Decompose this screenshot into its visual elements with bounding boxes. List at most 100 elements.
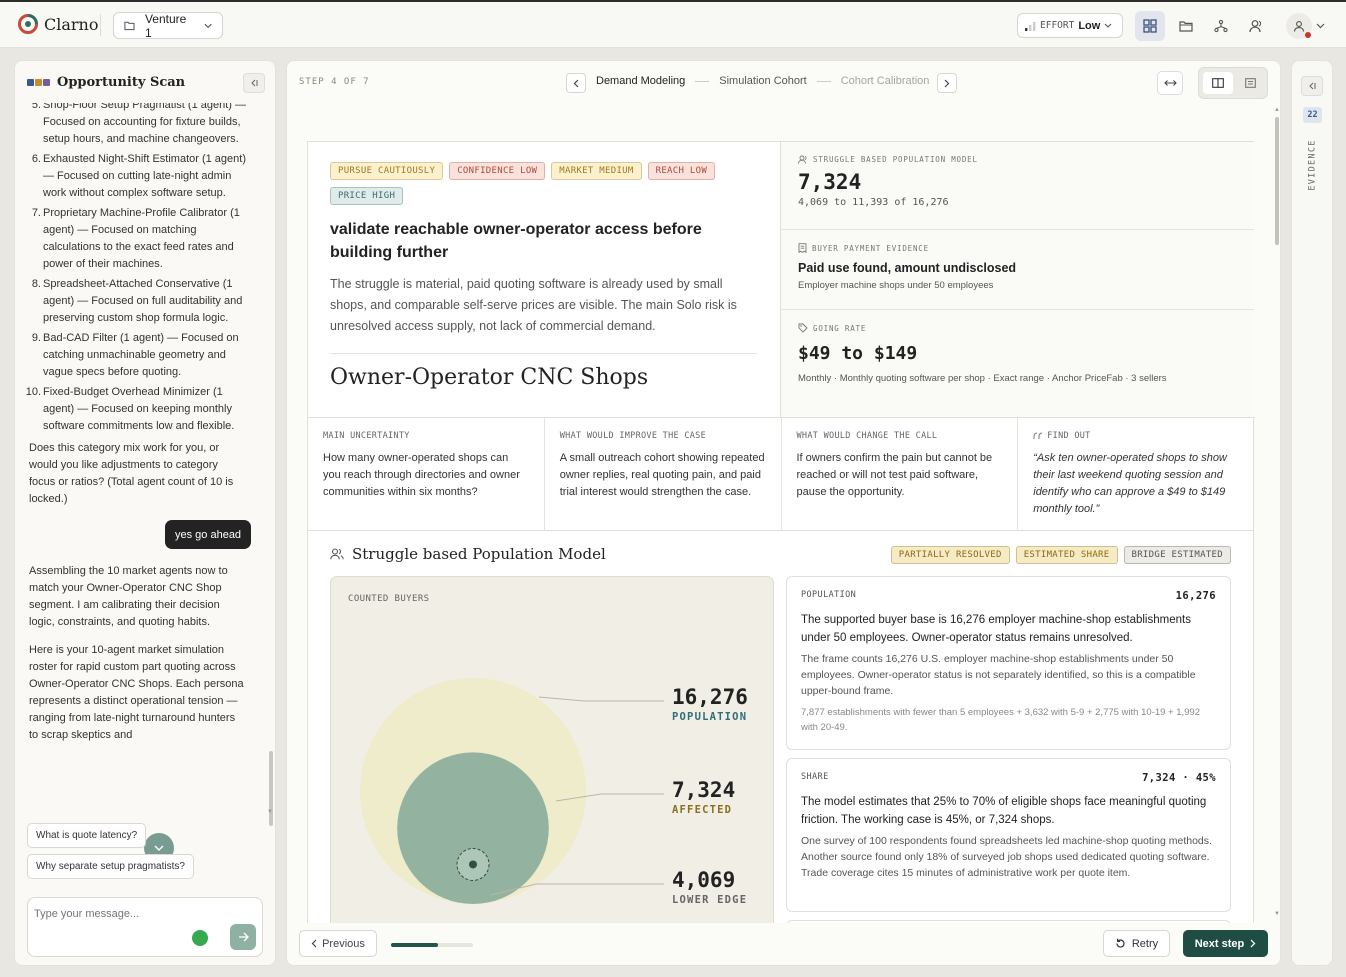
expand-evidence-button[interactable] [1301,76,1323,96]
evidence-tab[interactable]: EVIDENCE [1298,135,1328,195]
main-panel: STEP 4 OF 7 Demand Modeling Simulation C… [286,60,1281,966]
list-text: Exhausted Night-Shift Estimator (1 agent… [43,153,246,199]
assistant-bot-icon[interactable] [192,930,208,946]
scroll-up-arrow-icon[interactable]: ▲ [1274,107,1280,113]
bubble-label: 7,324 AFFECTED [672,778,735,816]
account-menu[interactable] [1282,11,1328,41]
card-value: 16,276 [1175,590,1216,602]
users-button[interactable] [1241,11,1271,41]
card-value: 7,324 · 45% [1142,772,1216,784]
tab-demand-modeling[interactable]: Demand Modeling [596,75,685,87]
previous-button[interactable]: Previous [299,930,377,957]
split-view-button[interactable] [1203,72,1233,94]
step-footer: Previous Retry Next step [287,923,1280,965]
bubble-value: 7,324 [672,778,736,802]
list-text: Fixed-Budget Overhead Minimizer (1 agent… [43,386,235,432]
tab-simulation-cohort[interactable]: Simulation Cohort [719,75,806,87]
scroll-down-arrow-icon[interactable]: ▼ [267,809,273,815]
dashboard-grid-button[interactable] [1135,11,1165,41]
insight-text: “Ask ten owner-operated shops to show th… [1033,452,1227,515]
chat-thread[interactable]: 5. Shop-Floor Setup Pragmatist (1 agent) … [15,103,275,817]
venture-selector[interactable]: Venture 1 [113,12,223,40]
chevron-left-icon [311,939,317,948]
users-icon [798,155,807,164]
folder-icon [124,21,135,31]
columns-icon [1212,78,1224,88]
next-label: Next step [1194,937,1245,950]
effort-selector[interactable]: EFFORT Low [1017,13,1123,38]
suggestion-chip[interactable]: What is quote latency? [27,823,147,848]
document-view-button[interactable] [1235,72,1265,94]
assistant-question: Does this category mix work for you, or … [29,442,234,505]
list-number: 10. [25,386,41,398]
insight-label: WHAT WOULD CHANGE THE CALL [796,431,938,441]
avatar-icon [1293,21,1304,32]
bubble-series-name: AFFECTED [672,804,733,816]
insights-row: MAIN UNCERTAINTY How many owner-operated… [308,417,1255,532]
population-model-title: Struggle based Population Model [352,545,606,563]
open-folder-button[interactable] [1171,11,1201,41]
population-metric-value: 7,324 [798,170,862,194]
chevron-down-icon [1104,23,1112,28]
status-badge: PURSUE CAUTIOUSLY [330,162,444,180]
card-detail: The frame counts 16,276 U.S. employer ma… [801,653,1196,697]
going-rate-metric: GOING RATE $49 to $149 Monthly · Monthly… [781,310,1254,417]
suggestion-chip[interactable]: Why separate setup pragmatists? [27,854,194,879]
evidence-count-badge: 22 [1303,107,1322,123]
card-summary: The supported buyer base is 16,276 emplo… [801,614,1191,644]
population-tags: PARTIALLY RESOLVED ESTIMATED SHARE BRIDGE … [890,546,1231,564]
document-icon [1244,78,1256,88]
tab-cohort-calibration[interactable]: Cohort Calibration [841,75,930,87]
persona-list-item: 5. Shop-Floor Setup Pragmatist (1 agent) … [15,103,265,148]
segment-title: Owner-Operator CNC Shops [330,365,649,390]
collapse-panel-button[interactable] [243,73,265,93]
expand-width-button[interactable] [1157,71,1183,95]
status-badge: PRICE HIGH [330,187,404,205]
receipt-icon [798,243,807,253]
divider [330,353,757,354]
payment-metric-sub: Employer machine shops under 50 employee… [798,280,994,291]
step-tabs: Demand Modeling Simulation Cohort Cohort… [596,75,929,87]
status-badge: MARKET MEDIUM [551,162,642,180]
panel-title: Opportunity Scan [57,74,186,90]
previous-label: Previous [322,937,365,950]
step-progress-bar [391,943,473,947]
bubble-series-name: POPULATION [672,711,748,723]
next-step-button[interactable]: Next step [1183,930,1268,957]
card-breakdown: 7,877 establishments with fewer than 5 e… [801,707,1200,733]
retry-button[interactable]: Retry [1103,930,1170,957]
retry-label: Retry [1131,937,1159,950]
bubble-series-name: LOWER EDGE [672,894,748,906]
branch-icon [1214,19,1228,33]
section-heading: Struggle based Population Model [330,545,606,563]
scroll-down-arrow-icon[interactable]: ▼ [1274,911,1280,917]
payment-metric-label: BUYER PAYMENT EVIDENCE [812,243,929,253]
next-step-nav-button[interactable] [937,73,957,93]
progress-fill [391,943,438,947]
share-card: SHARE 7,324 · 45% The model estimates tha… [786,758,1231,912]
status-badge: CONFIDENCE LOW [449,162,546,180]
evidence-label: EVIDENCE [1308,139,1318,191]
send-button[interactable] [230,924,256,950]
lower-edge-marker [469,860,477,869]
find-out: FIND OUT “Ask ten owner-operated shops t… [1018,418,1255,532]
list-number: 8. [31,278,41,290]
summary-card: PURSUE CAUTIOUSLY CONFIDENCE LOW MARKET ME… [307,141,1255,532]
insight-label: MAIN UNCERTAINTY [323,431,410,441]
previous-step-nav-button[interactable] [566,73,586,93]
verdict-body: The struggle is material, paid quoting s… [330,277,737,333]
chat-panel-header: Opportunity Scan [15,61,275,103]
collapse-left-icon [251,79,258,87]
rate-metric-sub: Monthly · Monthly quoting software per s… [798,373,1167,384]
message-input[interactable] [34,908,194,920]
app-logo[interactable]: Clarno [18,14,98,34]
verdict-tags: PURSUE CAUTIOUSLY CONFIDENCE LOW MARKET ME… [330,162,750,205]
payment-metric-headline: Paid use found, amount undisclosed [798,261,1017,275]
counted-buyers-chart: COUNTED BUYERS 16,276 POPULATION 7,324 AFFE… [330,576,774,936]
divider [100,14,101,36]
bubble-label: 16,276 POPULATION [672,685,748,723]
branch-button[interactable] [1206,11,1236,41]
main-scrollbar[interactable] [1275,117,1279,245]
status-badge: PARTIALLY RESOLVED [890,546,1010,564]
metrics-column: STRUGGLE BASED POPULATION MODEL 7,324 4,… [780,142,1254,417]
